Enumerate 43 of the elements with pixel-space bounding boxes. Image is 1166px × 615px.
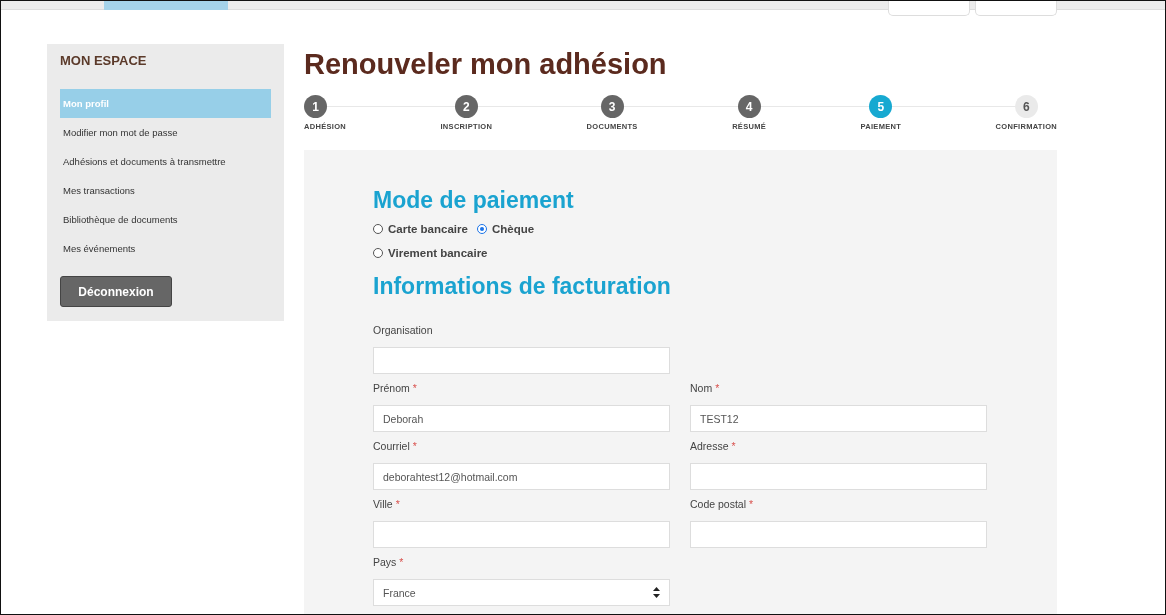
payment-option[interactable]: Chèque xyxy=(476,217,535,241)
required-mark: * xyxy=(412,439,417,454)
field-label: Adresse xyxy=(690,439,729,454)
step-number: 2 xyxy=(454,95,478,118)
page-title: Renouveler mon adhésion xyxy=(304,48,668,80)
section-heading: Mode de paiement xyxy=(373,187,575,213)
payment-option[interactable]: Virement bancaire xyxy=(373,241,488,265)
field-label: Organisation xyxy=(373,323,433,338)
required-mark: * xyxy=(395,497,400,512)
payment-option[interactable]: Carte bancaire xyxy=(373,217,468,241)
required-mark: * xyxy=(731,439,736,454)
step-number: 6 xyxy=(1014,95,1038,118)
sort-arrows-icon xyxy=(653,587,660,598)
country-select[interactable]: France xyxy=(373,579,670,606)
sidebar-title: MON ESPACE xyxy=(60,53,148,70)
field-label: Pays xyxy=(373,555,397,570)
field-label: Nom xyxy=(690,381,713,396)
sidebar-item[interactable]: Mes événements xyxy=(60,234,271,263)
radio-button[interactable] xyxy=(373,224,383,234)
sidebar-item[interactable]: Mes transactions xyxy=(60,176,271,205)
field-label: Prénom xyxy=(373,381,410,396)
radio-button[interactable] xyxy=(373,248,383,258)
section-heading: Informations de facturation xyxy=(373,273,672,299)
logout-button[interactable]: Déconnexion xyxy=(60,276,172,307)
input-field[interactable]: Deborah xyxy=(373,405,670,432)
required-mark: * xyxy=(749,497,754,512)
step-number: 5 xyxy=(869,95,893,118)
top-tab[interactable] xyxy=(104,1,228,10)
sidebar-item[interactable]: Modifier mon mot de passe xyxy=(60,118,271,147)
field-label: Code postal xyxy=(690,497,747,512)
step-number: 1 xyxy=(304,95,327,118)
input-field[interactable]: deborahtest12@hotmail.com xyxy=(373,463,670,490)
required-mark: * xyxy=(715,381,720,396)
sidebar-item[interactable]: Bibliothèque de documents xyxy=(60,205,271,234)
step-number: 3 xyxy=(600,95,624,118)
sidebar-item[interactable]: Adhésions et documents à transmettre xyxy=(60,147,271,176)
required-mark: * xyxy=(412,381,417,396)
field-label: Ville xyxy=(373,497,393,512)
step-number: 4 xyxy=(737,95,761,118)
required-mark: * xyxy=(399,555,404,570)
radio-button[interactable] xyxy=(476,224,487,234)
input-field[interactable]: TEST12 xyxy=(690,405,987,432)
field-label: Courriel xyxy=(373,439,410,454)
